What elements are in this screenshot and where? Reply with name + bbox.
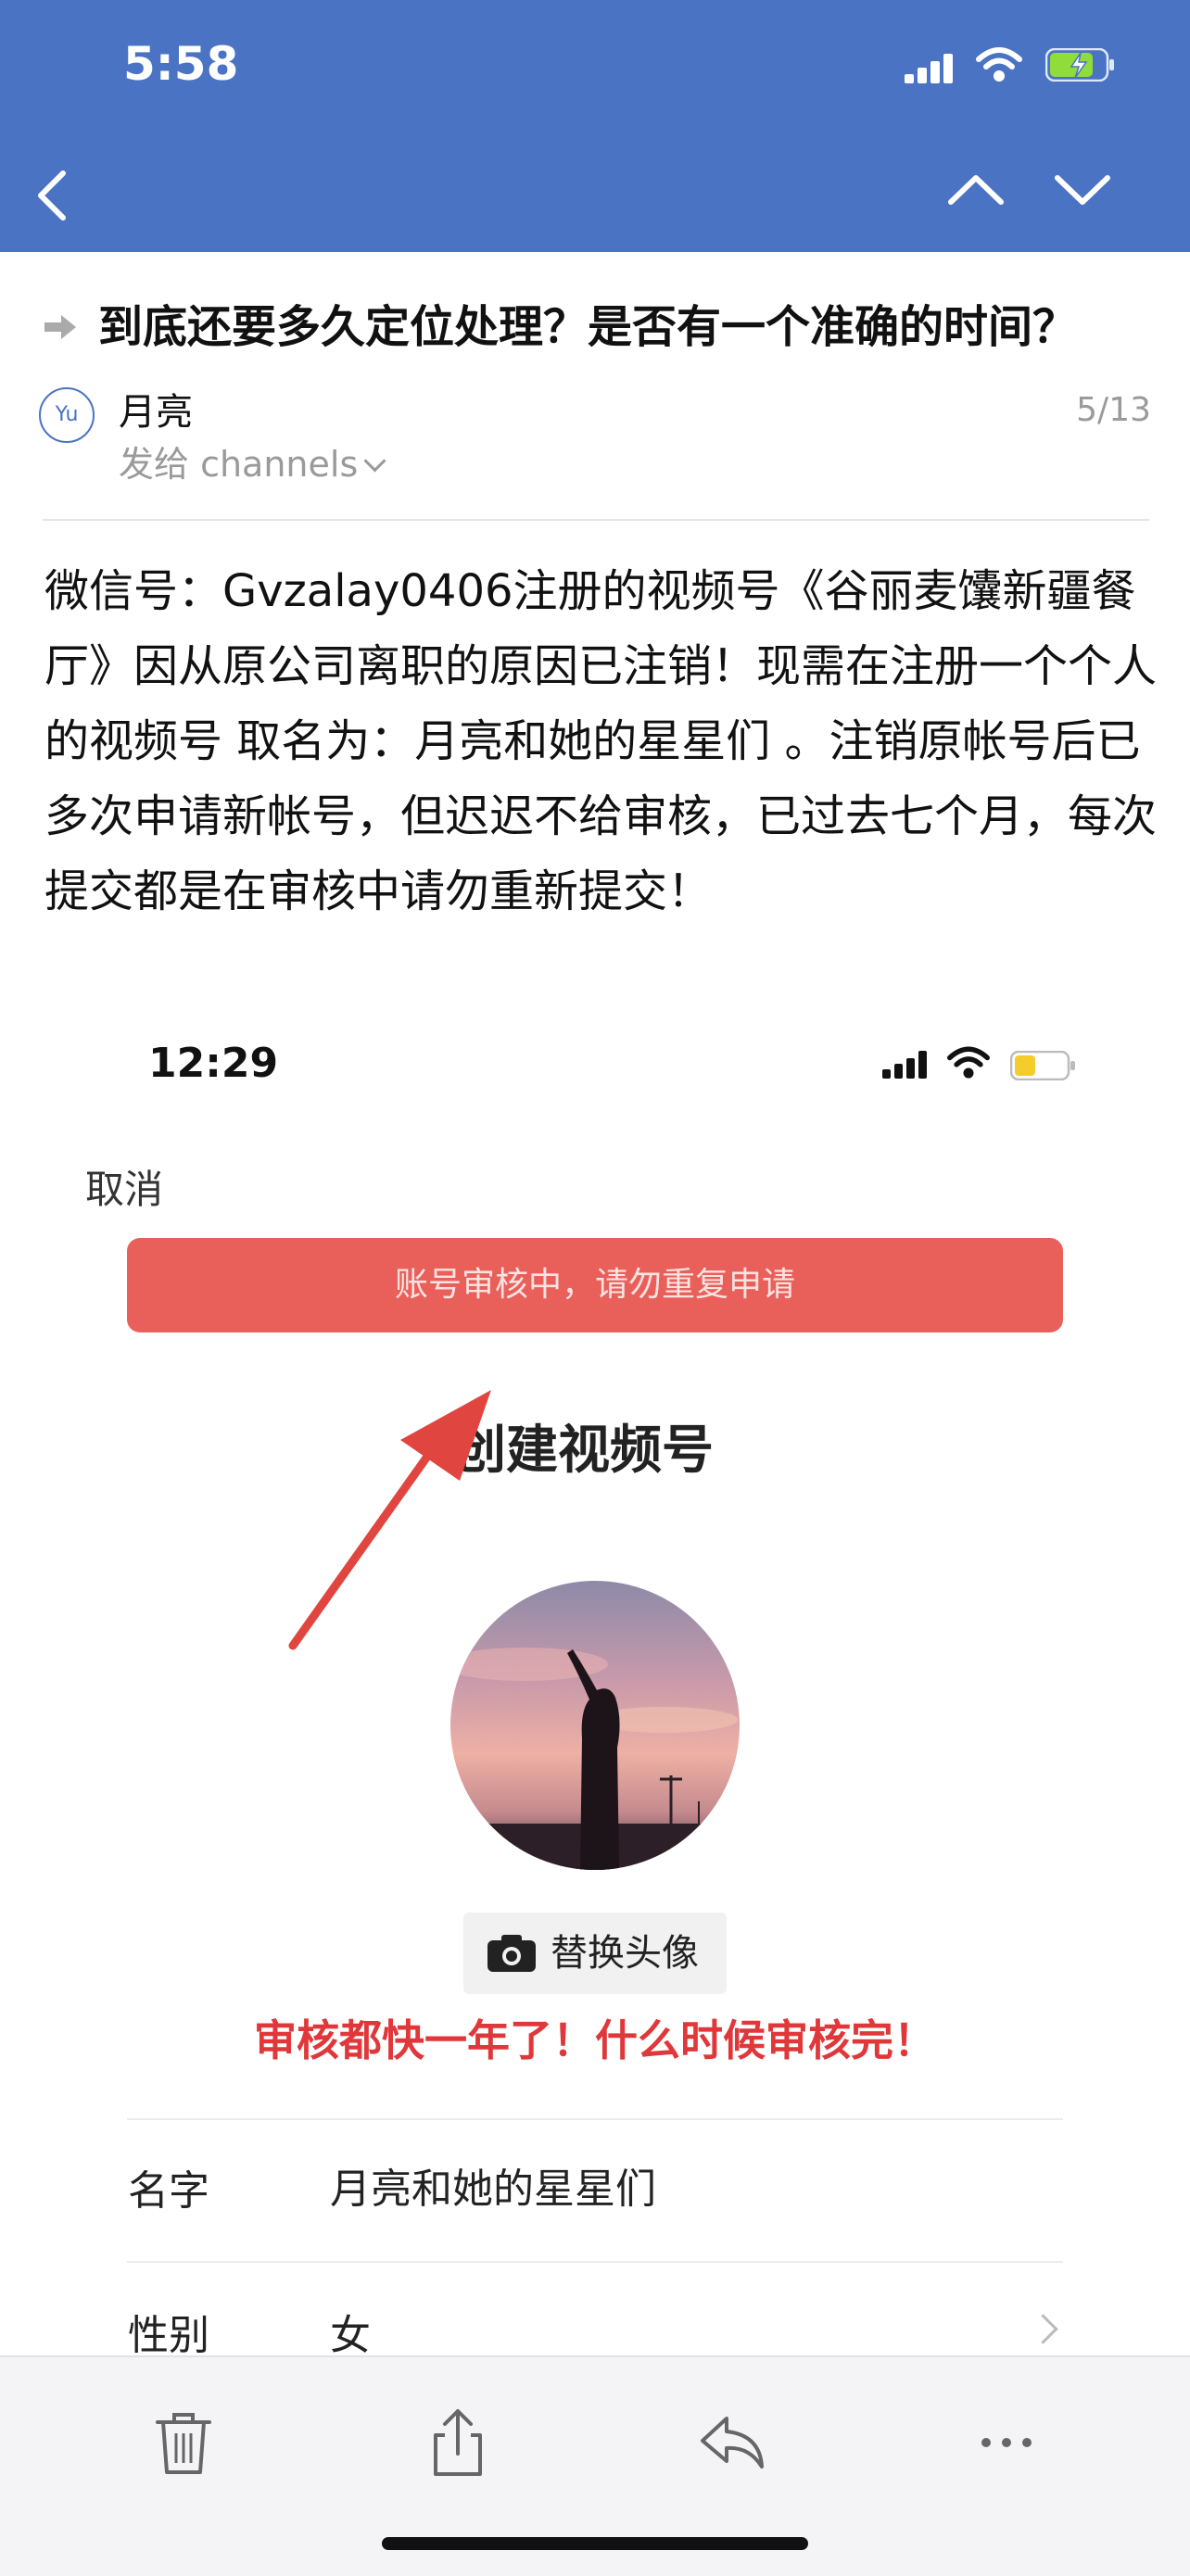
top-bar: 5:58 bbox=[0, 0, 1190, 252]
battery-icon bbox=[1045, 48, 1114, 82]
sender-name[interactable]: 月亮 bbox=[119, 382, 193, 436]
status-time: 5:58 bbox=[123, 37, 239, 91]
reply-icon[interactable] bbox=[695, 2406, 769, 2480]
back-button[interactable] bbox=[28, 162, 74, 227]
home-indicator bbox=[382, 2537, 808, 2550]
subject-row: 到底还要多久定位处理？是否有一个准确的时间？ bbox=[43, 295, 1164, 360]
forward-arrow-icon bbox=[44, 315, 76, 339]
chevron-right-icon bbox=[1028, 2314, 1058, 2344]
replace-avatar-button: 替换头像 bbox=[463, 1913, 727, 1994]
mail-date: 5/13 bbox=[1076, 391, 1151, 429]
embedded-battery-icon bbox=[1010, 1051, 1075, 1080]
mail-body: 微信号：Gvzalay0406注册的视频号《谷丽麦馕新疆餐厅》因从原公司离职的原… bbox=[44, 565, 1158, 917]
gender-row-value: 女 bbox=[330, 2312, 371, 2359]
next-mail-button[interactable] bbox=[1052, 167, 1113, 213]
previous-mail-button[interactable] bbox=[945, 167, 1006, 213]
trash-icon[interactable] bbox=[146, 2406, 221, 2480]
embedded-signal-icon bbox=[882, 1049, 932, 1079]
red-arrow-annotation bbox=[288, 1390, 491, 1650]
recipients-toggle[interactable]: 发给 channels bbox=[119, 436, 386, 486]
profile-photo bbox=[450, 1581, 740, 1870]
sender-avatar[interactable]: Yu bbox=[39, 387, 95, 443]
review-alert-banner: 账号审核中，请勿重复申请 bbox=[127, 1238, 1063, 1332]
divider bbox=[127, 2118, 1063, 2120]
embedded-status-time: 12:29 bbox=[148, 1040, 279, 1087]
chevron-down-icon bbox=[363, 449, 386, 473]
more-icon[interactable] bbox=[969, 2406, 1044, 2480]
wifi-icon bbox=[976, 47, 1022, 82]
divider bbox=[43, 519, 1149, 521]
replace-avatar-label: 替换头像 bbox=[551, 1932, 699, 1975]
name-row-value: 月亮和她的星星们 bbox=[330, 2166, 656, 2213]
gender-row-label: 性别 bbox=[128, 2312, 209, 2359]
red-annotation-text: 审核都快一年了！什么时候审核完！ bbox=[254, 2015, 936, 2065]
recipients-text: 发给 channels bbox=[119, 444, 359, 485]
mail-subject: 到底还要多久定位处理？是否有一个准确的时间？ bbox=[98, 301, 1078, 353]
divider bbox=[127, 2261, 1063, 2263]
cancel-label: 取消 bbox=[85, 1167, 164, 1212]
camera-icon bbox=[487, 1935, 536, 1972]
name-row-label: 名字 bbox=[128, 2167, 209, 2215]
embedded-wifi-icon bbox=[947, 1046, 990, 1079]
signal-icon bbox=[905, 52, 960, 83]
share-icon[interactable] bbox=[421, 2406, 495, 2480]
